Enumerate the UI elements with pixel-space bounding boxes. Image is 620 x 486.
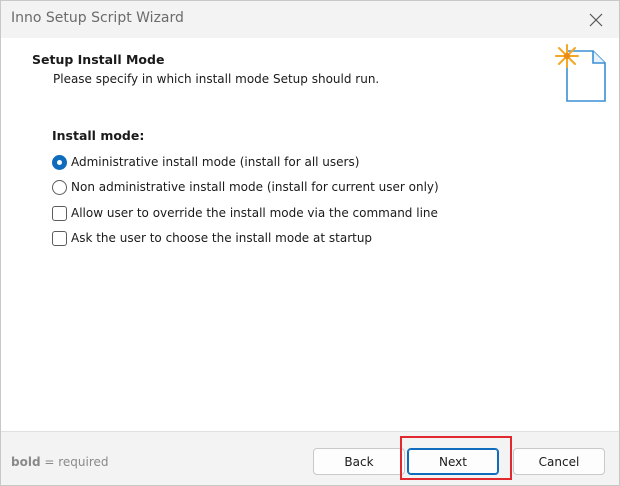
install-mode-label: Install mode: bbox=[52, 128, 145, 143]
window-title: Inno Setup Script Wizard bbox=[11, 10, 184, 26]
non-admin-install-mode-radio[interactable]: Non administrative install mode (install… bbox=[52, 178, 439, 196]
admin-install-mode-label[interactable]: Administrative install mode (install for… bbox=[71, 155, 359, 169]
legend-bold-word: bold bbox=[11, 455, 41, 469]
next-button[interactable]: Next bbox=[407, 448, 499, 475]
page-subtitle: Please specify in which install mode Set… bbox=[53, 72, 380, 86]
checkbox[interactable] bbox=[52, 205, 67, 221]
close-icon bbox=[589, 13, 603, 26]
footer-bar: bold = required Back Next Cancel bbox=[1, 431, 619, 485]
ask-at-startup-label[interactable]: Ask the user to choose the install mode … bbox=[71, 231, 372, 245]
required-legend: bold = required bbox=[11, 455, 109, 469]
allow-override-checkbox[interactable]: Allow user to override the install mode … bbox=[52, 204, 438, 222]
allow-override-label[interactable]: Allow user to override the install mode … bbox=[71, 206, 438, 220]
new-document-star-icon bbox=[555, 44, 606, 102]
wizard-window: Inno Setup Script Wizard Setup Install M… bbox=[0, 0, 620, 486]
page-title: Setup Install Mode bbox=[32, 52, 165, 67]
radio-button[interactable] bbox=[52, 179, 67, 195]
close-button[interactable] bbox=[573, 1, 619, 38]
non-admin-install-mode-label[interactable]: Non administrative install mode (install… bbox=[71, 180, 439, 194]
cancel-button[interactable]: Cancel bbox=[513, 448, 605, 475]
radio-button-checked[interactable] bbox=[52, 154, 67, 170]
legend-text: = required bbox=[44, 455, 109, 469]
admin-install-mode-radio[interactable]: Administrative install mode (install for… bbox=[52, 153, 359, 171]
ask-at-startup-checkbox[interactable]: Ask the user to choose the install mode … bbox=[52, 229, 372, 247]
checkbox[interactable] bbox=[52, 230, 67, 246]
page-header: Setup Install Mode Please specify in whi… bbox=[1, 38, 619, 106]
back-button[interactable]: Back bbox=[313, 448, 405, 475]
title-bar: Inno Setup Script Wizard bbox=[1, 1, 619, 38]
